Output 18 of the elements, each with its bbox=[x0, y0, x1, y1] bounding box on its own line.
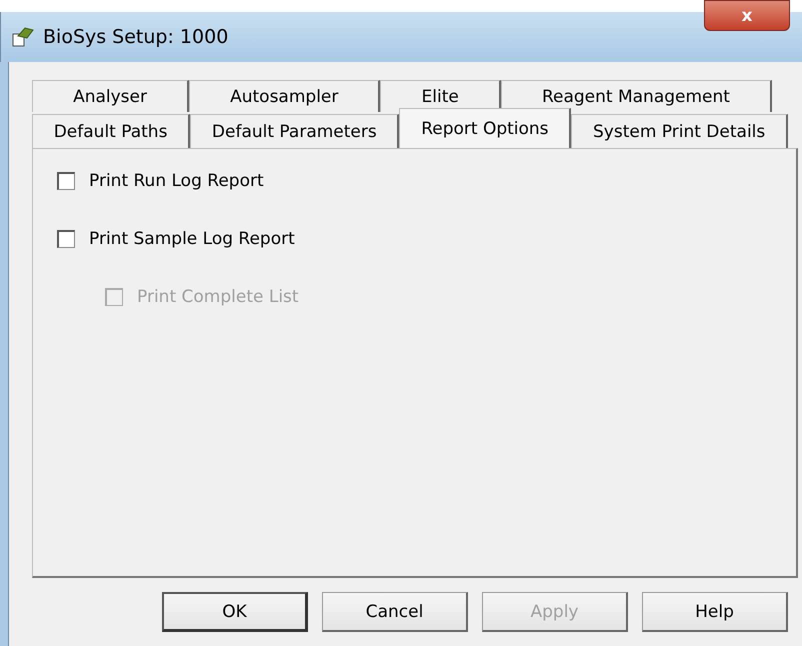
checkbox-label: Print Complete List bbox=[137, 287, 299, 307]
tab[interactable]: Autosampler bbox=[189, 80, 380, 112]
close-button[interactable]: x bbox=[704, 0, 790, 31]
checkbox[interactable] bbox=[57, 230, 75, 248]
dialog-button[interactable]: Cancel bbox=[322, 592, 468, 632]
dialog-button[interactable]: Help bbox=[642, 592, 788, 632]
dialog-button[interactable]: OK bbox=[162, 592, 308, 632]
tab[interactable]: Default Paths bbox=[32, 114, 190, 148]
tab[interactable]: System Print Details bbox=[571, 114, 788, 148]
checkbox-label: Print Sample Log Report bbox=[89, 229, 295, 249]
tab[interactable]: Default Parameters bbox=[190, 114, 400, 148]
window-title: BioSys Setup: 1000 bbox=[43, 26, 228, 48]
app-icon bbox=[11, 26, 35, 48]
checkbox[interactable] bbox=[57, 172, 75, 190]
tab[interactable]: Report Options bbox=[399, 108, 572, 148]
checkbox-label: Print Run Log Report bbox=[89, 171, 264, 191]
tab[interactable]: Analyser bbox=[32, 80, 190, 112]
tab[interactable]: Reagent Management bbox=[500, 80, 772, 112]
